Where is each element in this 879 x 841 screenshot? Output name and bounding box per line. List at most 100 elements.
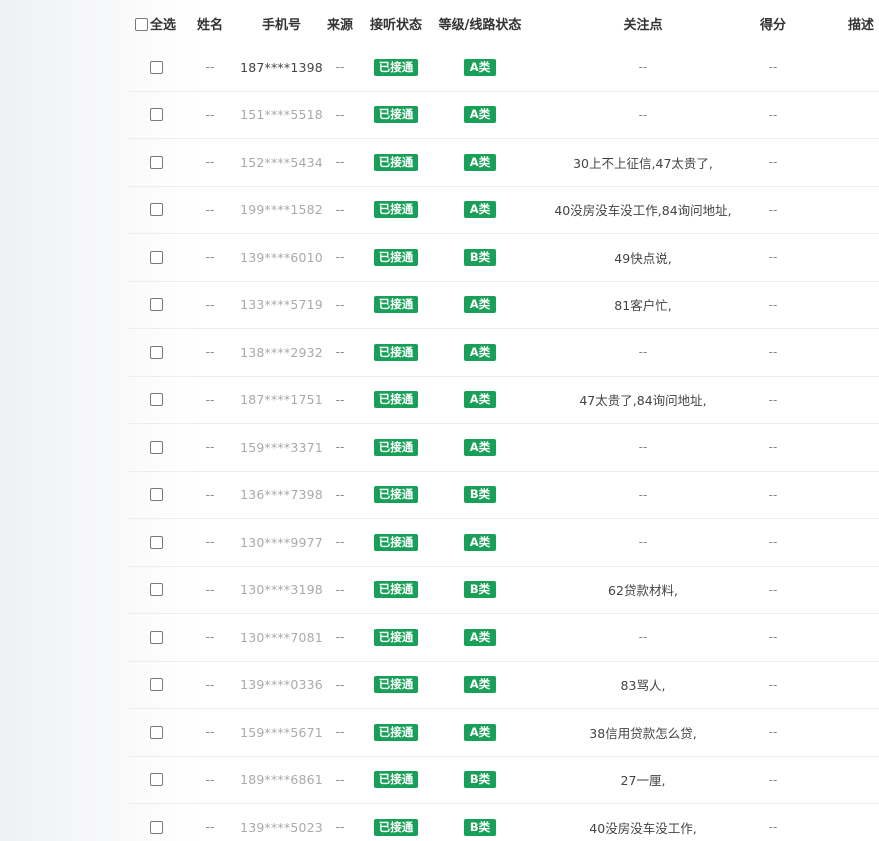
table-row[interactable]: -- 139****6010 -- 已接通 B类 49快点说, --	[128, 234, 879, 282]
table-row[interactable]: -- 136****7398 -- 已接通 B类 -- --	[128, 472, 879, 519]
table-row[interactable]: -- 159****3371 -- 已接通 A类 -- --	[128, 424, 879, 472]
select-all-checkbox[interactable]	[135, 17, 148, 31]
level-badge-cell: A类	[434, 709, 526, 756]
row-focus: 49快点说,	[614, 250, 672, 266]
table-row[interactable]: -- 138****2932 -- 已接通 A类 -- --	[128, 329, 879, 377]
row-checkbox-cell	[132, 44, 180, 91]
table-row[interactable]: -- 133****5719 -- 已接通 A类 81客户忙, --	[128, 282, 879, 329]
row-checkbox[interactable]	[149, 630, 163, 644]
row-score: --	[768, 582, 778, 597]
answer-status-badge: 已接通	[373, 533, 419, 551]
level-badge-cell: A类	[434, 187, 526, 234]
answer-status-badge-cell: 已接通	[366, 187, 426, 234]
row-phone: 139****5023	[240, 819, 323, 835]
row-name-cell: --	[190, 567, 230, 614]
row-source-cell: --	[324, 139, 356, 186]
row-source: --	[335, 582, 345, 597]
level-badge: A类	[463, 153, 497, 171]
row-checkbox[interactable]	[149, 393, 163, 407]
row-phone-cell: 159****5671	[234, 709, 329, 756]
level-badge-cell: A类	[434, 92, 526, 139]
select-all-control[interactable]: 全选	[135, 14, 176, 33]
row-source-cell: --	[324, 519, 356, 566]
level-badge-cell: B类	[434, 804, 526, 841]
row-name-cell: --	[190, 139, 230, 186]
row-checkbox-cell	[132, 472, 180, 519]
level-badge: A类	[463, 438, 497, 456]
row-focus: 30上不上征信,47太贵了,	[573, 155, 713, 171]
level-badge-cell: B类	[434, 234, 526, 281]
row-focus-cell: 81客户忙,	[533, 282, 753, 329]
answer-status-badge-cell: 已接通	[366, 567, 426, 614]
level-badge-cell: B类	[434, 757, 526, 804]
table-row[interactable]: -- 159****5671 -- 已接通 A类 38信用贷款怎么贷, --	[128, 709, 879, 757]
row-score-cell: --	[753, 614, 793, 661]
row-checkbox[interactable]	[149, 60, 163, 74]
row-source-cell: --	[324, 44, 356, 91]
row-name-cell: --	[190, 424, 230, 471]
answer-status-badge-cell: 已接通	[366, 92, 426, 139]
row-checkbox[interactable]	[149, 535, 163, 549]
select-all-label[interactable]: 全选	[150, 14, 176, 33]
row-checkbox[interactable]	[149, 725, 163, 739]
row-score: --	[768, 297, 778, 312]
row-checkbox[interactable]	[149, 820, 163, 834]
column-header-score: 得分	[759, 18, 786, 33]
table-row[interactable]: -- 139****5023 -- 已接通 B类 40没房没车没工作, --	[128, 804, 879, 841]
answer-status-badge: 已接通	[373, 818, 419, 836]
answer-status-badge-cell: 已接通	[366, 804, 426, 841]
row-focus-cell: --	[533, 424, 753, 471]
row-checkbox[interactable]	[149, 583, 163, 597]
row-checkbox[interactable]	[149, 155, 163, 169]
row-name: --	[205, 772, 215, 787]
table-row[interactable]: -- 130****3198 -- 已接通 B类 62贷款材料, --	[128, 567, 879, 614]
row-name-cell: --	[190, 377, 230, 424]
row-score-cell: --	[753, 424, 793, 471]
row-source-cell: --	[324, 92, 356, 139]
row-checkbox[interactable]	[149, 488, 163, 502]
row-checkbox-cell	[132, 567, 180, 614]
level-badge: A类	[463, 676, 497, 694]
level-badge-cell: A类	[434, 139, 526, 186]
row-checkbox-cell	[132, 329, 180, 376]
row-checkbox-cell	[132, 187, 180, 234]
table-row[interactable]: -- 152****5434 -- 已接通 A类 30上不上征信,47太贵了, --	[128, 139, 879, 187]
row-source-cell: --	[324, 234, 356, 281]
answer-status-badge-cell: 已接通	[366, 139, 426, 186]
row-focus: 40没房没车没工作,84询问地址,	[554, 203, 732, 219]
table-row[interactable]: -- 151****5518 -- 已接通 A类 -- --	[128, 92, 879, 139]
row-checkbox[interactable]	[149, 203, 163, 217]
row-checkbox[interactable]	[149, 250, 163, 264]
table-row[interactable]: -- 187****1398 -- 已接通 A类 -- --	[128, 44, 879, 92]
row-source: --	[335, 820, 345, 835]
level-badge-cell: A类	[434, 614, 526, 661]
answer-status-badge: 已接通	[373, 628, 419, 646]
table-row[interactable]: -- 189****6861 -- 已接通 B类 27一厘, --	[128, 757, 879, 804]
table-row[interactable]: -- 199****1582 -- 已接通 A类 40没房没车没工作,84询问地址, --	[128, 187, 879, 234]
table-row[interactable]: -- 139****0336 -- 已接通 A类 83骂人, --	[128, 662, 879, 709]
row-phone: 159****3371	[240, 439, 323, 455]
answer-status-badge-cell: 已接通	[366, 329, 426, 376]
row-score-cell: --	[753, 377, 793, 424]
row-phone-cell: 187****1398	[234, 44, 329, 91]
row-checkbox[interactable]	[149, 678, 163, 692]
table-row[interactable]: -- 130****7081 -- 已接通 A类 -- --	[128, 614, 879, 662]
row-phone-cell: 136****7398	[234, 472, 329, 519]
row-phone-cell: 139****5023	[234, 804, 329, 841]
row-phone: 139****0336	[240, 677, 323, 693]
row-checkbox[interactable]	[149, 773, 163, 787]
row-checkbox[interactable]	[149, 298, 163, 312]
row-checkbox[interactable]	[149, 108, 163, 122]
row-checkbox[interactable]	[149, 440, 163, 454]
row-checkbox-cell	[132, 757, 180, 804]
table-row[interactable]: -- 130****9977 -- 已接通 A类 -- --	[128, 519, 879, 567]
table-row[interactable]: -- 187****1751 -- 已接通 A类 47太贵了,84询问地址, --	[128, 377, 879, 424]
row-focus: --	[638, 630, 648, 645]
column-header-focus: 关注点	[623, 18, 663, 33]
row-name-cell: --	[190, 234, 230, 281]
row-checkbox[interactable]	[149, 345, 163, 359]
row-phone: 187****1398	[240, 59, 323, 75]
answer-status-badge: 已接通	[373, 343, 419, 361]
row-checkbox-cell	[132, 804, 180, 841]
row-source: --	[335, 487, 345, 502]
